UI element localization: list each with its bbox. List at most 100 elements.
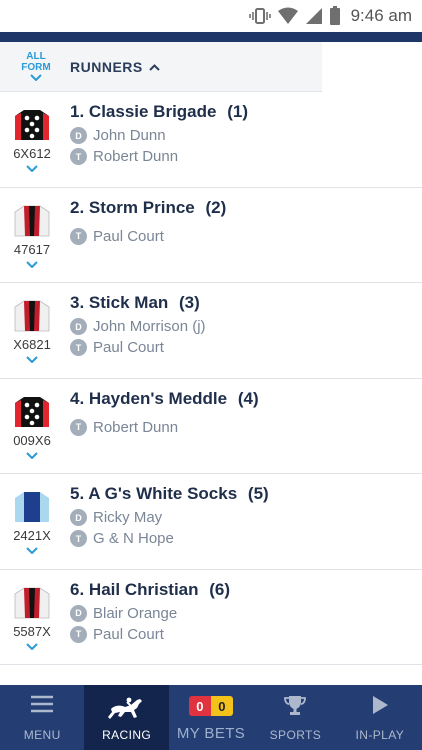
nav-sports-label: SPORTS bbox=[269, 728, 322, 742]
chevron-down-icon[interactable] bbox=[26, 642, 38, 650]
runner-number: 6. bbox=[70, 579, 85, 599]
jockey-silk-icon bbox=[15, 492, 49, 522]
driver-line: D Ricky May bbox=[70, 509, 162, 526]
runner-name: 1. Classie Brigade (1) bbox=[70, 102, 248, 122]
driver-badge: D bbox=[70, 604, 87, 622]
nav-my-bets-label: MY BETS bbox=[176, 725, 246, 742]
nav-menu-label: MENU bbox=[23, 728, 61, 742]
trainer-badge: T bbox=[70, 148, 87, 165]
trainer-badge: T bbox=[70, 625, 87, 643]
bottom-nav: MENU RACING 0 0 MY BETS SPORTS IN-PLAY bbox=[0, 685, 422, 750]
trainer-line: T Paul Court bbox=[70, 227, 164, 245]
runner-row[interactable]: 47617 2. Storm Prince (2) T Paul Court bbox=[0, 188, 422, 283]
runner-draw: (3) bbox=[179, 293, 200, 312]
jockey-silk-icon bbox=[15, 110, 49, 140]
runner-row[interactable]: 2421X 5. A G's White Socks (5) D Ricky M… bbox=[0, 474, 422, 570]
nav-menu[interactable]: MENU bbox=[0, 685, 84, 750]
driver-badge: D bbox=[70, 509, 87, 526]
clock: 9:46 am bbox=[350, 6, 412, 25]
nav-in-play-label: IN-PLAY bbox=[355, 728, 405, 742]
runner-name: 6. Hail Christian (6) bbox=[70, 580, 230, 600]
runner-draw: (1) bbox=[227, 102, 248, 121]
form-figures: 47617 bbox=[13, 241, 51, 257]
runner-draw: (4) bbox=[237, 388, 259, 408]
status-icons: 9:46 am bbox=[248, 6, 412, 26]
runner-list: 6X612 1. Classie Brigade (1) D John Dunn… bbox=[0, 92, 422, 665]
trainer-name: Robert Dunn bbox=[93, 418, 179, 436]
runner-row[interactable]: 009X6 4. Hayden's Meddle (4) T Robert Du… bbox=[0, 379, 422, 474]
trainer-name: G & N Hope bbox=[93, 530, 174, 547]
runner-name: 4. Hayden's Meddle (4) bbox=[70, 389, 259, 409]
runner-row[interactable]: 6X612 1. Classie Brigade (1) D John Dunn… bbox=[0, 92, 422, 188]
chevron-down-icon[interactable] bbox=[26, 165, 38, 172]
nav-racing[interactable]: RACING bbox=[84, 685, 169, 750]
runner-row[interactable]: 5587X 6. Hail Christian (6) D Blair Oran… bbox=[0, 570, 422, 665]
driver-name: Blair Orange bbox=[93, 604, 178, 622]
runner-number: 4. bbox=[70, 388, 85, 408]
runner-row[interactable]: X6821 3. Stick Man (3) D John Morrison (… bbox=[0, 283, 422, 379]
jockey-silk-icon bbox=[15, 396, 49, 427]
runner-number: 2. bbox=[70, 197, 85, 217]
bet-counters: 0 0 bbox=[189, 696, 234, 716]
runner-number: 1. bbox=[70, 102, 85, 121]
all-form-label-2: FORM bbox=[21, 62, 51, 73]
driver-line: D John Morrison (j) bbox=[70, 318, 206, 335]
runners-label: RUNNERS bbox=[70, 59, 143, 75]
hamburger-icon bbox=[31, 695, 54, 713]
trainer-badge: T bbox=[70, 227, 87, 245]
form-figures: 6X612 bbox=[13, 146, 51, 161]
chevron-down-icon[interactable] bbox=[26, 260, 38, 268]
trainer-name: Paul Court bbox=[93, 625, 164, 643]
driver-line: D John Dunn bbox=[70, 127, 166, 144]
chevron-down-icon[interactable] bbox=[26, 547, 38, 554]
form-figures: X6821 bbox=[13, 337, 51, 352]
driver-name: Ricky May bbox=[93, 509, 163, 526]
trainer-name: Robert Dunn bbox=[93, 148, 179, 165]
open-bets-count: 0 bbox=[189, 696, 212, 716]
nav-racing-label: RACING bbox=[102, 728, 152, 742]
pending-bets-count: 0 bbox=[211, 696, 234, 716]
signal-icon bbox=[305, 8, 322, 24]
all-form-toggle[interactable]: ALL FORM bbox=[14, 51, 58, 81]
chevron-down-icon[interactable] bbox=[26, 451, 38, 459]
nav-in-play[interactable]: IN-PLAY bbox=[338, 685, 422, 750]
play-icon bbox=[372, 696, 388, 714]
jockey-silk-icon bbox=[14, 587, 50, 618]
top-strip bbox=[0, 32, 422, 42]
driver-name: John Dunn bbox=[93, 127, 166, 144]
runner-number: 5. bbox=[70, 484, 85, 503]
runner-name: 2. Storm Prince (2) bbox=[70, 198, 226, 218]
trainer-badge: T bbox=[70, 339, 87, 356]
trainer-line: T Paul Court bbox=[70, 625, 164, 643]
trainer-badge: T bbox=[70, 418, 87, 436]
wifi-icon bbox=[277, 7, 298, 24]
battery-icon bbox=[329, 6, 340, 25]
runner-name: 3. Stick Man (3) bbox=[70, 293, 200, 313]
nav-my-bets[interactable]: 0 0 MY BETS bbox=[169, 685, 253, 750]
runner-name: 5. A G's White Socks (5) bbox=[70, 484, 269, 504]
runners-sort[interactable]: RUNNERS bbox=[70, 59, 160, 75]
trainer-name: Paul Court bbox=[93, 339, 164, 356]
jockey-silk-icon bbox=[14, 300, 50, 332]
trainer-line: T Paul Court bbox=[70, 339, 164, 356]
form-figures: 009X6 bbox=[13, 432, 51, 448]
trainer-badge: T bbox=[70, 530, 87, 547]
form-figures: 5587X bbox=[13, 623, 51, 639]
chevron-down-icon[interactable] bbox=[26, 356, 38, 363]
trainer-line: T G & N Hope bbox=[70, 530, 174, 547]
runners-header: ALL FORM RUNNERS bbox=[0, 42, 322, 92]
driver-badge: D bbox=[70, 127, 87, 144]
chevron-down-icon bbox=[30, 74, 42, 81]
runner-name-text: Hail Christian bbox=[88, 579, 199, 599]
horse-racing-icon bbox=[107, 697, 142, 719]
runner-draw: (2) bbox=[205, 197, 227, 217]
driver-line: D Blair Orange bbox=[70, 604, 178, 622]
trainer-name: Paul Court bbox=[93, 227, 164, 245]
chevron-up-icon bbox=[149, 63, 160, 71]
runner-name-text: Hayden's Meddle bbox=[88, 388, 228, 408]
trainer-line: T Robert Dunn bbox=[70, 418, 179, 436]
driver-badge: D bbox=[70, 318, 87, 335]
nav-sports[interactable]: SPORTS bbox=[253, 685, 337, 750]
runner-name-text: A G's White Socks bbox=[88, 484, 238, 503]
form-figures: 2421X bbox=[13, 528, 51, 543]
